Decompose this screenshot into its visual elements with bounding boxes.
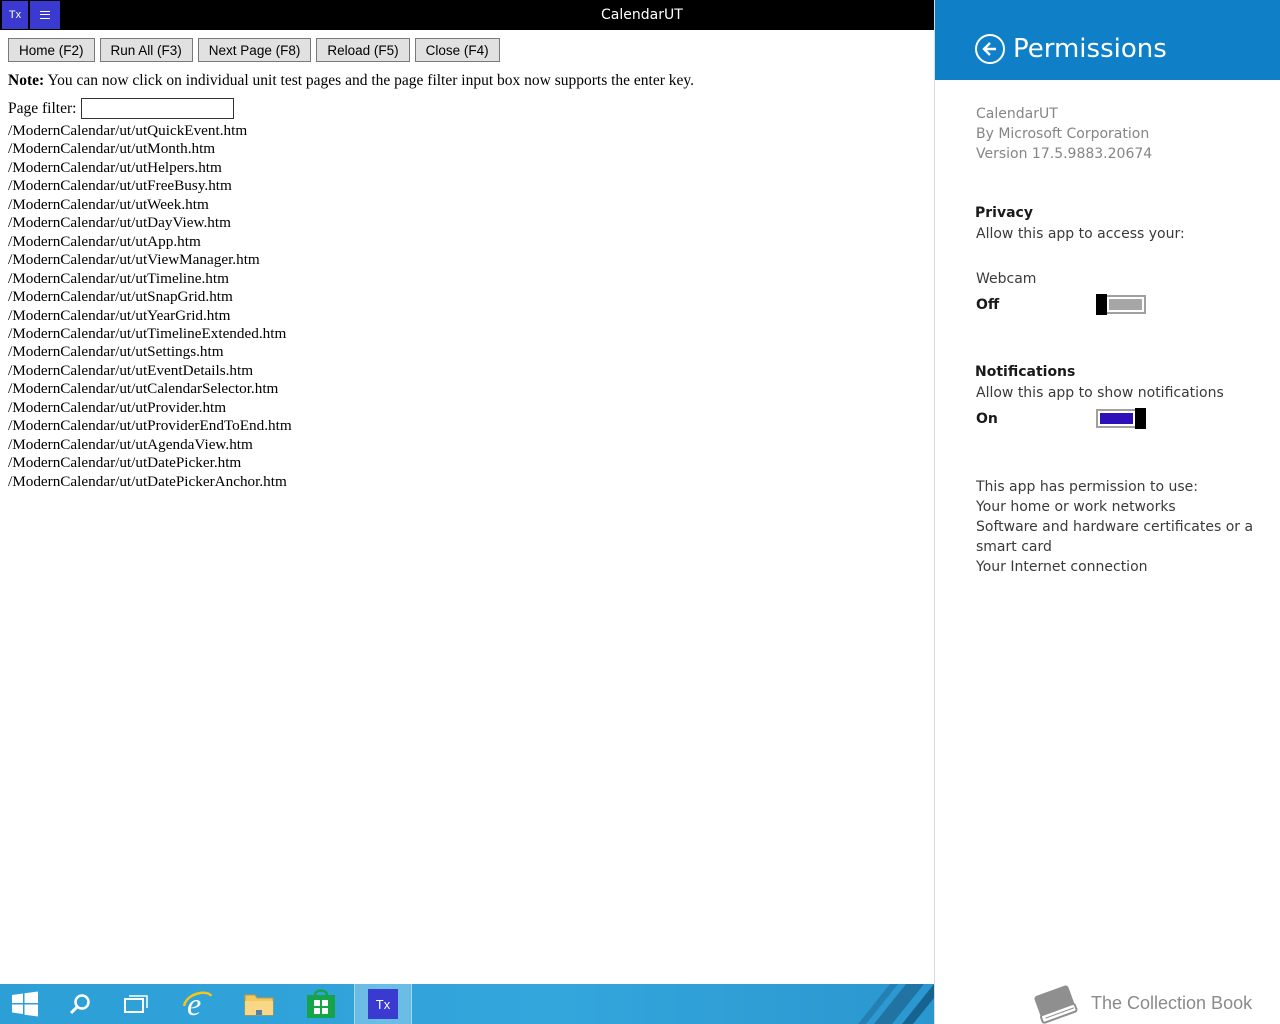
test-page-link[interactable]: /ModernCalendar/ut/utApp.htm [8,233,292,251]
test-page-link[interactable]: /ModernCalendar/ut/utEventDetails.htm [8,362,292,380]
toggle-knob [1096,294,1107,315]
calendarut-app-icon[interactable]: Tx [354,984,412,1024]
toggle-knob [1135,408,1146,429]
watermark-text: The Collection Book [1091,992,1253,1013]
test-page-link[interactable]: /ModernCalendar/ut/utTimelineExtended.ht… [8,325,292,343]
test-page-link[interactable]: /ModernCalendar/ut/utProviderEndToEnd.ht… [8,417,292,435]
title-bar: Tx CalendarUT [0,0,934,30]
app-icon-label: Tx [8,9,22,21]
page-filter: Page filter: [8,98,235,119]
privacy-description: Allow this app to access your: [976,226,1185,242]
page-filter-label: Page filter: [8,99,77,117]
reload-button[interactable]: Reload (F5) [316,38,410,62]
test-page-link[interactable]: /ModernCalendar/ut/utTimeline.htm [8,270,292,288]
webcam-toggle[interactable] [1096,294,1146,315]
toggle-track [1109,299,1142,310]
test-page-link[interactable]: /ModernCalendar/ut/utMonth.htm [8,140,292,158]
close-button[interactable]: Close (F4) [414,38,500,62]
privacy-heading: Privacy [975,205,1033,221]
home-button[interactable]: Home (F2) [8,38,95,62]
note-label: Note: [8,72,45,89]
toolbar: Home (F2) Run All (F3) Next Page (F8) Re… [8,38,500,62]
capabilities-heading: This app has permission to use: [976,479,1198,495]
store-icon[interactable] [294,984,348,1024]
test-page-link[interactable]: /ModernCalendar/ut/utQuickEvent.htm [8,122,292,140]
test-page-link[interactable]: /ModernCalendar/ut/utProvider.htm [8,399,292,417]
notifications-toggle[interactable] [1096,408,1146,429]
test-page-link[interactable]: /ModernCalendar/ut/utDayView.htm [8,214,292,232]
notifications-state: On [976,411,998,427]
capability-item: Your Internet connection [976,559,1148,575]
test-page-link[interactable]: /ModernCalendar/ut/utFreeBusy.htm [8,177,292,195]
test-page-link[interactable]: /ModernCalendar/ut/utWeek.htm [8,196,292,214]
file-explorer-icon[interactable] [232,984,286,1024]
test-page-link[interactable]: /ModernCalendar/ut/utCalendarSelector.ht… [8,380,292,398]
app-name: CalendarUT [976,106,1058,122]
capability-item: Your home or work networks [976,499,1176,515]
note-body: You can now click on individual unit tes… [44,72,695,89]
test-page-link[interactable]: /ModernCalendar/ut/utYearGrid.htm [8,307,292,325]
back-arrow-icon[interactable] [975,34,1005,64]
book-icon [1034,985,1078,1024]
test-page-link[interactable]: /ModernCalendar/ut/utAgendaView.htm [8,436,292,454]
internet-explorer-icon[interactable]: e [170,984,224,1024]
taskbar: e Tx [0,984,934,1024]
notifications-heading: Notifications [975,364,1076,380]
calendarut-taskbar-label: Tx [368,989,398,1019]
next-page-button[interactable]: Next Page (F8) [197,38,312,62]
task-view-icon[interactable] [110,984,162,1024]
capability-item: Software and hardware certificates or a [976,519,1254,535]
page-filter-input[interactable] [81,98,235,119]
run-all-button[interactable]: Run All (F3) [99,38,193,62]
app-icon[interactable]: Tx [2,1,28,29]
notifications-description: Allow this app to show notifications [976,385,1224,401]
test-page-link[interactable]: /ModernCalendar/ut/utDatePicker.htm [8,454,292,472]
toggle-track [1100,413,1133,424]
test-page-link[interactable]: /ModernCalendar/ut/utViewManager.htm [8,251,292,269]
test-page-link[interactable]: /ModernCalendar/ut/utSettings.htm [8,343,292,361]
test-page-link[interactable]: /ModernCalendar/ut/utHelpers.htm [8,159,292,177]
publisher: By Microsoft Corporation [976,126,1150,142]
main-content: Home (F2) Run All (F3) Next Page (F8) Re… [0,30,934,984]
pane-title: Permissions [1013,34,1167,64]
version: Version 17.5.9883.20674 [976,146,1153,162]
test-page-list: /ModernCalendar/ut/utQuickEvent.htm/Mode… [8,122,292,491]
webcam-label: Webcam [976,271,1037,287]
taskbar-decoration [858,984,934,1024]
hamburger-icon[interactable] [30,1,60,29]
search-icon[interactable] [54,984,106,1024]
test-page-link[interactable]: /ModernCalendar/ut/utSnapGrid.htm [8,288,292,306]
capability-item: smart card [976,539,1052,555]
watermark: The Collection Book [1029,982,1252,1024]
note-text: Note: You can now click on individual un… [8,72,694,90]
pane-header: Permissions [935,0,1280,80]
webcam-state: Off [976,297,1000,313]
permissions-pane: Permissions CalendarUT By Microsoft Corp… [934,0,1280,1024]
start-icon[interactable] [0,984,50,1024]
test-page-link[interactable]: /ModernCalendar/ut/utDatePickerAnchor.ht… [8,473,292,491]
